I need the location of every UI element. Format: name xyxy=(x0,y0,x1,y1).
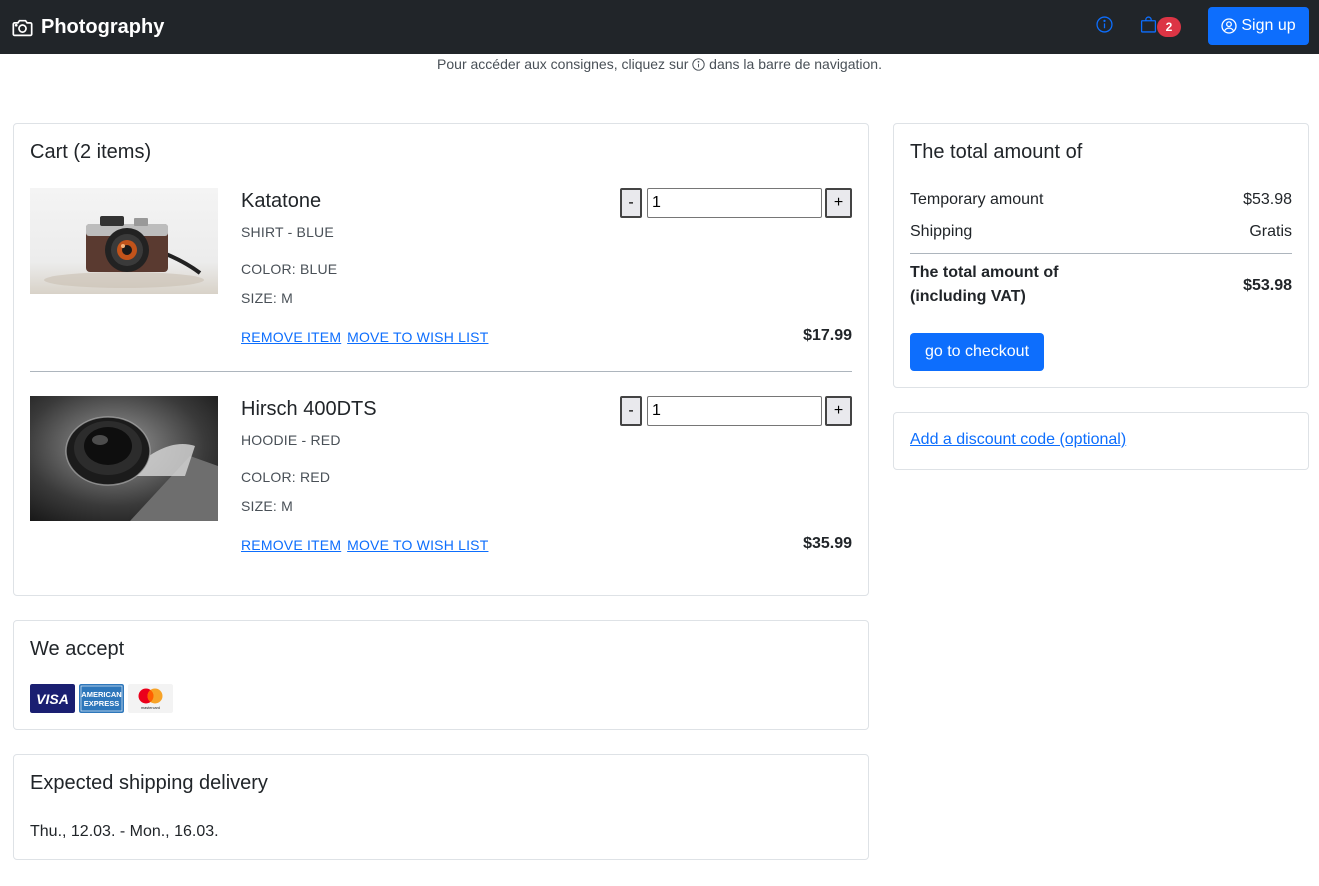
notice-text-before: Pour accéder aux consignes, cliquez sur xyxy=(437,56,689,72)
shopping-bag-icon xyxy=(1140,16,1157,33)
cart-item: Katatone SHIRT - BLUE COLOR: BLUE SIZE: … xyxy=(30,188,852,368)
order-summary-card: The total amount of Temporary amount $53… xyxy=(893,123,1309,388)
sign-up-label: Sign up xyxy=(1241,17,1296,34)
item-size: SIZE: M xyxy=(241,290,293,306)
cart-card: Cart (2 items) Katatone SHIRT - BLUE COL… xyxy=(13,123,869,596)
item-price: $35.99 xyxy=(803,535,852,552)
total-label-line2: (including VAT) xyxy=(910,288,1026,305)
item-variant: SHIRT - BLUE xyxy=(241,224,334,240)
shipping-label: Shipping xyxy=(910,223,973,240)
mastercard-logo: mastercard xyxy=(128,684,173,713)
shipping-row: Shipping Gratis xyxy=(910,223,1292,241)
payment-methods-title: We accept xyxy=(30,638,125,660)
info-circle-icon[interactable] xyxy=(1096,16,1113,33)
product-image-camera xyxy=(30,188,218,294)
item-size: SIZE: M xyxy=(241,498,293,514)
brand-link[interactable]: Photography xyxy=(12,12,164,42)
shipping-title: Expected shipping delivery xyxy=(30,772,268,794)
shipping-value: Gratis xyxy=(1249,223,1292,240)
increase-quantity-button[interactable]: + xyxy=(825,188,852,218)
increase-quantity-button[interactable]: + xyxy=(825,396,852,426)
item-actions: REMOVE ITEM MOVE TO WISH LIST xyxy=(241,329,490,345)
item-name: Katatone xyxy=(241,190,322,212)
remove-item-link[interactable]: REMOVE ITEM xyxy=(241,329,341,345)
move-to-wishlist-link[interactable]: MOVE TO WISH LIST xyxy=(347,537,488,553)
brand-name: Photography xyxy=(41,15,165,38)
item-color: COLOR: BLUE xyxy=(241,261,338,277)
item-price: $17.99 xyxy=(803,327,852,344)
camera-icon xyxy=(12,19,33,36)
quantity-stepper: - + xyxy=(620,396,852,426)
notice-text-after: dans la barre de navigation. xyxy=(709,56,882,72)
decrease-quantity-button[interactable]: - xyxy=(620,188,642,218)
info-circle-icon xyxy=(692,58,705,71)
american-express-logo: AMERICAN EXPRESS xyxy=(79,684,124,713)
decrease-quantity-button[interactable]: - xyxy=(620,396,642,426)
item-name: Hirsch 400DTS xyxy=(241,398,377,420)
total-row: The total amount of (including VAT) $53.… xyxy=(910,261,1292,309)
payment-methods-card: We accept VISA AMERICAN EXPRESS masterca… xyxy=(13,620,869,730)
item-divider xyxy=(30,371,852,372)
move-to-wishlist-link[interactable]: MOVE TO WISH LIST xyxy=(347,329,488,345)
navbar: Photography 2 Sign up xyxy=(0,0,1319,54)
item-color: COLOR: RED xyxy=(241,469,331,485)
cart-button[interactable]: 2 xyxy=(1140,14,1182,38)
visa-logo: VISA xyxy=(30,684,75,713)
shipping-card: Expected shipping delivery Thu., 12.03. … xyxy=(13,754,869,860)
total-value: $53.98 xyxy=(1243,277,1292,294)
discount-card: Add a discount code (optional) xyxy=(893,412,1309,470)
item-actions: REMOVE ITEM MOVE TO WISH LIST xyxy=(241,537,490,553)
quantity-input[interactable] xyxy=(647,188,822,218)
temporary-amount-row: Temporary amount $53.98 xyxy=(910,191,1292,209)
temporary-amount-label: Temporary amount xyxy=(910,191,1044,208)
product-image-lens xyxy=(30,396,218,521)
cart-count-badge: 2 xyxy=(1157,17,1181,37)
quantity-input[interactable] xyxy=(647,396,822,426)
person-circle-icon xyxy=(1221,18,1238,34)
checkout-button[interactable]: go to checkout xyxy=(910,333,1044,371)
payment-logos: VISA AMERICAN EXPRESS mastercard xyxy=(30,684,173,713)
remove-item-link[interactable]: REMOVE ITEM xyxy=(241,537,341,553)
instructions-notice: Pour accéder aux consignes, cliquez sur … xyxy=(0,56,1319,72)
summary-divider xyxy=(910,253,1292,254)
total-label-line1: The total amount of xyxy=(910,264,1059,281)
amex-text-line2: EXPRESS xyxy=(84,699,119,708)
shipping-dates: Thu., 12.03. - Mon., 16.03. xyxy=(30,823,219,840)
summary-title: The total amount of xyxy=(910,141,1083,163)
sign-up-button[interactable]: Sign up xyxy=(1208,7,1309,45)
cart-item: Hirsch 400DTS HOODIE - RED COLOR: RED SI… xyxy=(30,396,852,576)
add-discount-code-link[interactable]: Add a discount code (optional) xyxy=(910,431,1126,449)
mastercard-text: mastercard xyxy=(141,706,160,710)
visa-text: VISA xyxy=(36,691,69,707)
temporary-amount-value: $53.98 xyxy=(1243,191,1292,208)
item-variant: HOODIE - RED xyxy=(241,432,341,448)
amex-text-line1: AMERICAN xyxy=(81,690,121,699)
quantity-stepper: - + xyxy=(620,188,852,218)
cart-title: Cart (2 items) xyxy=(30,141,152,163)
